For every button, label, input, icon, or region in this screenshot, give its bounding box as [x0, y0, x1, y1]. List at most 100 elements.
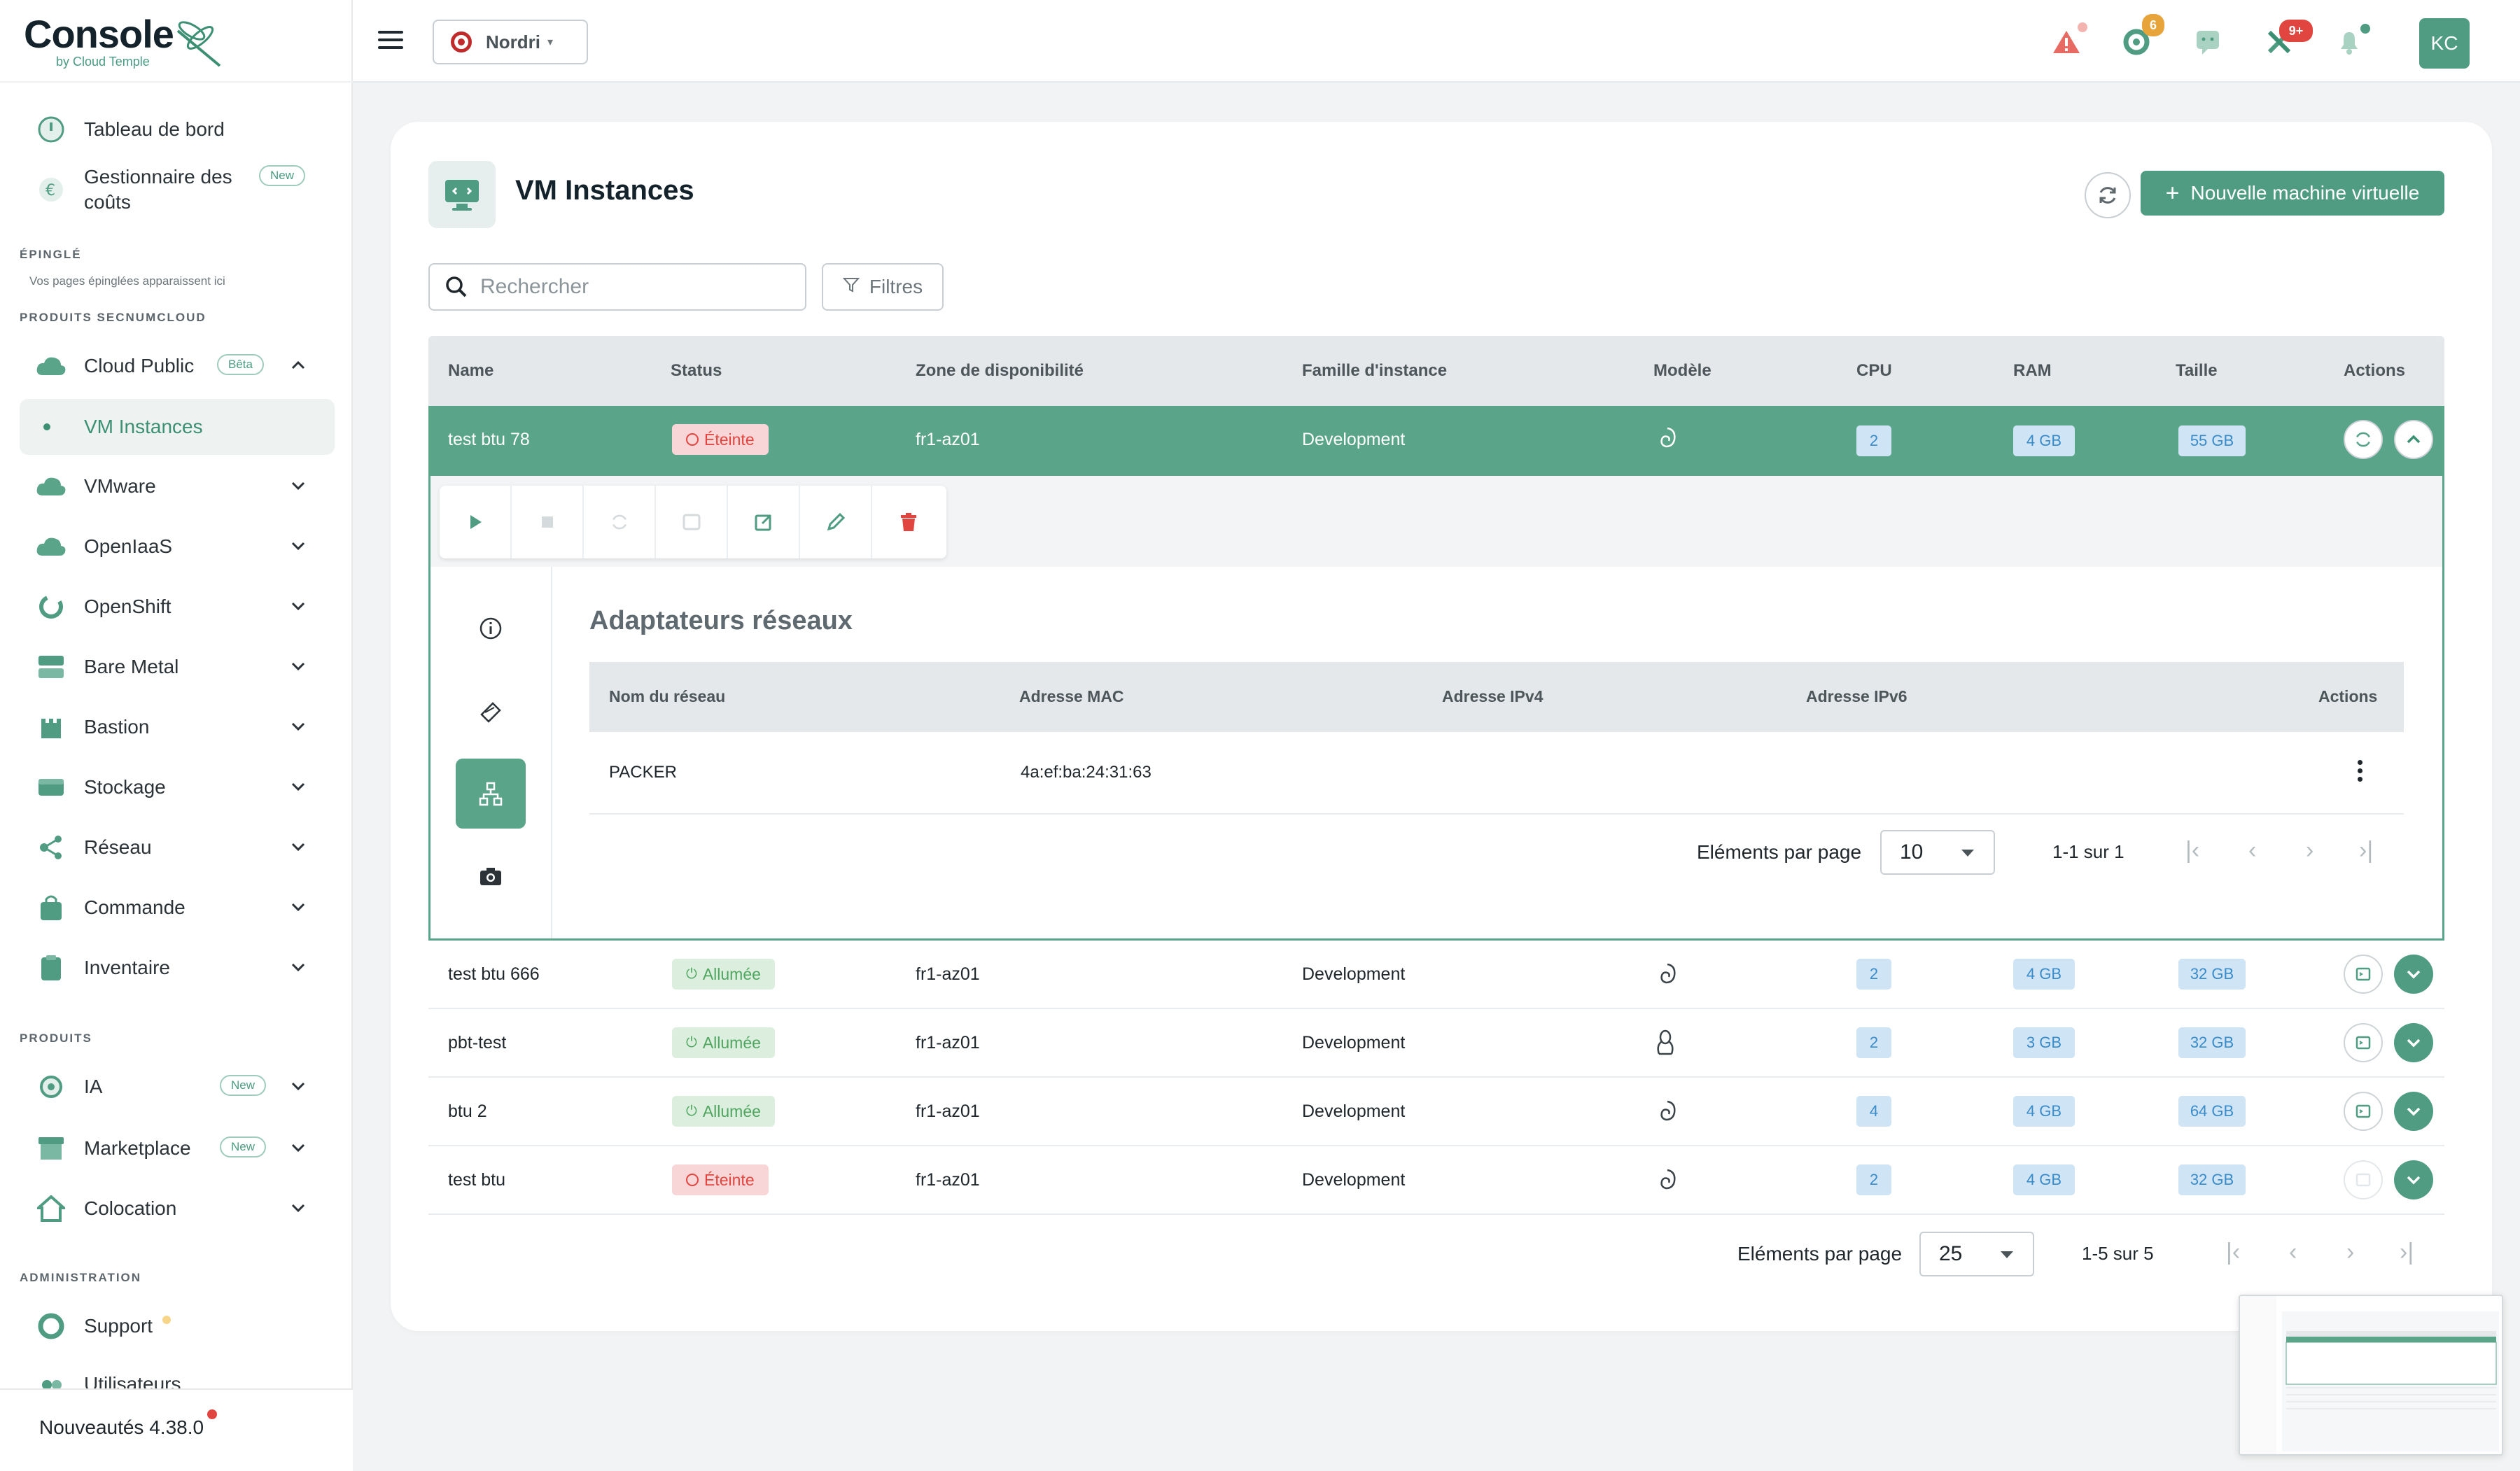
column-header[interactable]: Modèle — [1653, 361, 1712, 381]
filter-icon — [842, 276, 860, 298]
console-button[interactable] — [656, 486, 728, 558]
chevron-down-icon[interactable] — [290, 658, 307, 675]
last-page-icon[interactable]: ›| — [2400, 1239, 2414, 1266]
filters-button[interactable]: Filtres — [822, 263, 944, 311]
chevron-down-icon[interactable] — [290, 838, 307, 855]
column-header[interactable]: RAM — [2013, 361, 2052, 381]
sidebar-item-support[interactable]: Support — [20, 1299, 335, 1353]
new-vm-button[interactable]: + Nouvelle machine virtuelle — [2141, 171, 2444, 216]
tab-info[interactable] — [456, 593, 526, 663]
console-button[interactable] — [2344, 955, 2383, 994]
chevron-down-icon[interactable] — [290, 598, 307, 614]
restart-button[interactable] — [584, 486, 656, 558]
per-page-select[interactable]: 25 — [1919, 1232, 2034, 1276]
status-badge: Éteinte — [672, 1164, 769, 1195]
tab-disks[interactable] — [456, 676, 526, 746]
debian-icon — [1660, 427, 1676, 448]
collapse-button[interactable] — [2394, 420, 2433, 459]
first-page-icon[interactable]: |‹ — [2226, 1239, 2240, 1266]
tab-network[interactable] — [456, 759, 526, 829]
sidebar-item-marketplace[interactable]: Marketplace New — [20, 1121, 335, 1176]
next-page-icon[interactable]: › — [2306, 837, 2314, 864]
more-vertical-icon[interactable] — [2358, 760, 2365, 785]
sidebar-item-vm-instances[interactable]: VM Instances — [20, 399, 335, 455]
sidebar-item-reseau[interactable]: Réseau — [20, 820, 335, 875]
expand-button[interactable] — [2394, 955, 2433, 994]
sidebar-item-label: VM Instances — [84, 416, 203, 437]
column-header[interactable]: Famille d'instance — [1302, 361, 1447, 381]
cpu-pill: 2 — [1856, 959, 1891, 990]
chevron-down-icon[interactable] — [290, 1139, 307, 1156]
sidebar-item-colocation[interactable]: Colocation — [20, 1181, 335, 1236]
sidebar-item-inventaire[interactable]: Inventaire — [20, 941, 335, 995]
sidebar-item-openshift[interactable]: OpenShift — [20, 579, 335, 634]
console-icon — [2356, 1173, 2371, 1187]
news-link[interactable]: Nouveautés 4.38.0 — [39, 1416, 204, 1439]
chevron-down-icon[interactable] — [290, 1078, 307, 1095]
sidebar-item-vmware[interactable]: VMware — [20, 459, 335, 514]
start-button[interactable] — [440, 486, 512, 558]
stop-button[interactable] — [512, 486, 584, 558]
vm-zone: fr1-az01 — [916, 1033, 980, 1053]
next-page-icon[interactable]: › — [2346, 1239, 2354, 1266]
chevron-down-icon[interactable] — [290, 778, 307, 795]
expand-button[interactable] — [2394, 1092, 2433, 1131]
news-dot — [207, 1409, 217, 1419]
sidebar-item-stockage[interactable]: Stockage — [20, 760, 335, 815]
sidebar-item-cloud-public[interactable]: Cloud Public Bêta — [20, 339, 335, 393]
mac-address: 4a:ef:ba:24:31:63 — [1021, 763, 1152, 782]
delete-button[interactable] — [872, 486, 944, 558]
last-page-icon[interactable]: ›| — [2359, 837, 2373, 864]
chevron-down-icon[interactable] — [290, 899, 307, 915]
column-header[interactable]: CPU — [1856, 361, 1892, 381]
alert-dot — [2078, 22, 2087, 32]
console-button[interactable] — [2344, 1023, 2383, 1062]
sidebar-item-openiaas[interactable]: OpenIaaS — [20, 519, 335, 574]
column-header[interactable]: Taille — [2176, 361, 2218, 381]
console-button[interactable] — [2344, 1160, 2383, 1199]
cpu-value: 2 — [1869, 432, 1879, 449]
refresh-button[interactable] — [2085, 172, 2131, 218]
caret-down-icon — [1961, 850, 1974, 857]
sidebar-item-bastion[interactable]: Bastion — [20, 700, 335, 754]
expand-button[interactable] — [2394, 1023, 2433, 1062]
sidebar-item-commande[interactable]: Commande — [20, 880, 335, 935]
column-header[interactable]: Zone de disponibilité — [916, 361, 1084, 381]
expand-button[interactable] — [2394, 1160, 2433, 1199]
per-page-select[interactable]: 10 — [1880, 830, 1995, 875]
tab-snapshots[interactable] — [456, 841, 526, 911]
sidebar-item-ia[interactable]: IA New — [20, 1060, 335, 1114]
sidebar-item-gestionnaire-des-couts[interactable]: € Gestionnaire des coûts New — [20, 160, 335, 220]
edit-button[interactable] — [728, 486, 800, 558]
chevron-down-icon[interactable] — [290, 1199, 307, 1216]
screenshot-thumbnail[interactable] — [2239, 1295, 2503, 1456]
chevron-down-icon[interactable] — [290, 477, 307, 494]
avatar[interactable]: KC — [2419, 18, 2470, 69]
column-header[interactable]: Name — [448, 361, 493, 381]
chevron-down-icon[interactable] — [290, 537, 307, 554]
chat-icon[interactable] — [2191, 25, 2225, 59]
cloud-icon — [35, 470, 67, 502]
console-button[interactable] — [2344, 1092, 2383, 1131]
console-icon — [2356, 967, 2371, 981]
column-header[interactable]: Status — [671, 361, 722, 381]
search-box[interactable] — [428, 263, 806, 311]
prev-page-icon[interactable]: ‹ — [2289, 1239, 2297, 1266]
svg-text:€: € — [46, 182, 55, 199]
search-input[interactable] — [480, 275, 788, 299]
tenant-selector[interactable]: Nordri ▾ — [433, 20, 588, 64]
rename-button[interactable] — [800, 486, 872, 558]
sidebar-item-utilisateurs[interactable]: Utilisateurs — [20, 1359, 335, 1388]
reboot-button[interactable] — [2344, 420, 2383, 459]
section-title-secnumcloud: PRODUITS SECNUMCLOUD — [20, 311, 206, 324]
menu-icon[interactable] — [378, 31, 403, 52]
chevron-down-icon[interactable] — [290, 959, 307, 976]
sidebar-item-bare-metal[interactable]: Bare Metal — [20, 640, 335, 694]
logo[interactable]: Console by Cloud Temple — [24, 11, 234, 74]
power-off-icon — [686, 433, 699, 446]
chevron-up-icon[interactable] — [290, 357, 307, 374]
sidebar-item-tableau-de-bord[interactable]: Tableau de bord — [20, 102, 335, 157]
chevron-down-icon[interactable] — [290, 718, 307, 735]
first-page-icon[interactable]: |‹ — [2185, 837, 2199, 864]
prev-page-icon[interactable]: ‹ — [2248, 837, 2256, 864]
